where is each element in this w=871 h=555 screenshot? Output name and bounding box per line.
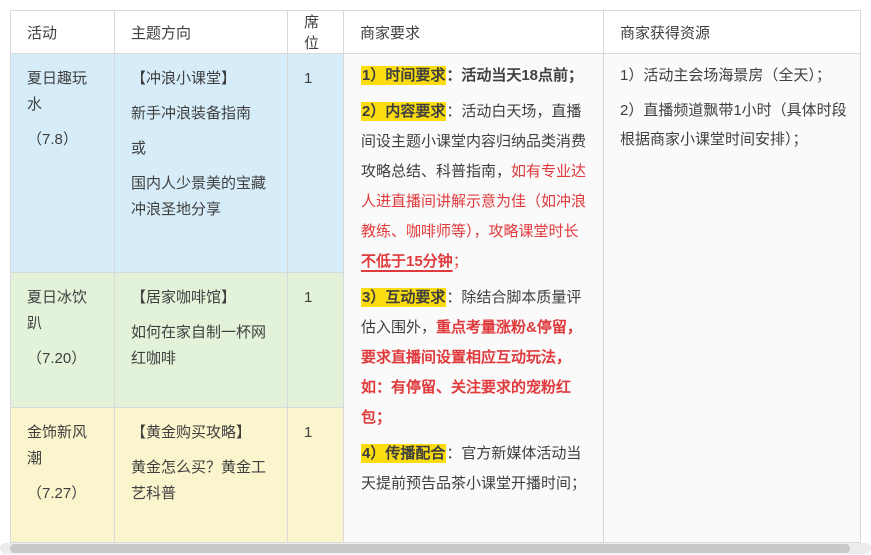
activity-title: 金饰新风潮 <box>27 420 101 472</box>
table-row: 夏日趣玩水 （7.8） 【冲浪小课堂】新手冲浪装备指南或国内人少景美的宝藏冲浪圣地分… <box>11 54 861 273</box>
seats-cell: 1 <box>288 54 344 273</box>
requirement-text-segment: 1）时间要求 <box>361 66 446 85</box>
seats-value: 1 <box>304 66 330 92</box>
column-header-theme: 主题方向 <box>115 11 288 54</box>
requirement-text-segment: 3）互动要求 <box>361 288 446 307</box>
seats-cell: 1 <box>288 408 344 543</box>
column-header-resources: 商家获得资源 <box>604 11 861 54</box>
document-viewport: 活动主题方向席位商家要求商家获得资源 夏日趣玩水 （7.8） 【冲浪小课堂】新手冲浪… <box>0 0 871 543</box>
activity-cell: 夏日冰饮趴 （7.20） <box>11 273 115 408</box>
activity-title: 夏日趣玩水 <box>27 66 101 118</box>
table-body: 夏日趣玩水 （7.8） 【冲浪小课堂】新手冲浪装备指南或国内人少景美的宝藏冲浪圣地分… <box>11 54 861 543</box>
theme-line: 【居家咖啡馆】 <box>131 285 274 311</box>
requirement-text-segment: 2）内容要求 <box>361 102 446 121</box>
theme-cell: 【居家咖啡馆】如何在家自制一杯网红咖啡 <box>115 273 288 408</box>
activity-schedule-table: 活动主题方向席位商家要求商家获得资源 夏日趣玩水 （7.8） 【冲浪小课堂】新手冲浪… <box>10 10 861 543</box>
seats-value: 1 <box>304 420 330 446</box>
requirement-text-segment: 不低于15分钟 <box>361 253 453 270</box>
horizontal-scrollbar[interactable] <box>0 543 871 554</box>
theme-line: 国内人少景美的宝藏冲浪圣地分享 <box>131 171 274 223</box>
activity-date: （7.8） <box>27 127 101 153</box>
theme-cell: 【冲浪小课堂】新手冲浪装备指南或国内人少景美的宝藏冲浪圣地分享 <box>115 54 288 273</box>
table-header-row: 活动主题方向席位商家要求商家获得资源 <box>11 11 861 54</box>
requirement-text-segment: ：活动当天18点前； <box>446 67 583 84</box>
requirement-text-segment: ； <box>453 253 468 270</box>
column-header-seats: 席位 <box>288 11 344 54</box>
resource-paragraph: 2）直播频道飘带1小时（具体时段根据商家小课堂时间安排）； <box>620 96 848 154</box>
theme-line: 【冲浪小课堂】 <box>131 66 274 92</box>
activity-date: （7.27） <box>27 481 101 507</box>
activity-title: 夏日冰饮趴 <box>27 285 101 337</box>
theme-line: 如何在家自制一杯网红咖啡 <box>131 320 274 372</box>
requirement-paragraph: 4）传播配合：官方新媒体活动当天提前预告品茶小课堂开播时间； <box>361 439 593 499</box>
theme-cell: 【黄金购买攻略】黄金怎么买？黄金工艺科普 <box>115 408 288 543</box>
theme-line: 【黄金购买攻略】 <box>131 420 274 446</box>
theme-line: 黄金怎么买？黄金工艺科普 <box>131 455 274 507</box>
requirement-text-segment: 4）传播配合 <box>361 444 446 463</box>
seats-cell: 1 <box>288 273 344 408</box>
requirements-cell: 1）时间要求：活动当天18点前； 2）内容要求：活动白天场，直播间设主题小课堂内容… <box>344 54 604 543</box>
theme-line: 新手冲浪装备指南 <box>131 101 274 127</box>
resource-paragraph: 1）活动主会场海景房（全天）； <box>620 61 848 90</box>
resources-cell: 1）活动主会场海景房（全天）； 2）直播频道飘带1小时（具体时段根据商家小课堂时间… <box>604 54 861 543</box>
requirement-paragraph: 3）互动要求：除结合脚本质量评估入围外，重点考量涨粉&停留，要求直播间设置相应互… <box>361 283 593 433</box>
requirement-paragraph: 1）时间要求：活动当天18点前； <box>361 61 593 91</box>
activity-cell: 夏日趣玩水 （7.8） <box>11 54 115 273</box>
theme-line: 或 <box>131 136 274 162</box>
scrollbar-thumb[interactable] <box>10 544 850 553</box>
seats-value: 1 <box>304 285 330 311</box>
requirement-paragraph: 2）内容要求：活动白天场，直播间设主题小课堂内容归纳品类消费攻略总结、科普指南，… <box>361 97 593 277</box>
activity-cell: 金饰新风潮 （7.27） <box>11 408 115 543</box>
column-header-activity: 活动 <box>11 11 115 54</box>
activity-date: （7.20） <box>27 346 101 372</box>
column-header-requirements: 商家要求 <box>344 11 604 54</box>
